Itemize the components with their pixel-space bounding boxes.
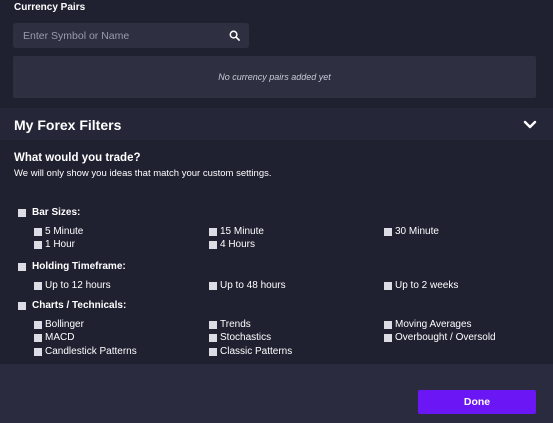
option-48-hours-label: Up to 48 hours	[220, 280, 286, 291]
option-12-hours-checkbox[interactable]	[34, 282, 42, 290]
filters-question: What would you trade?	[14, 152, 141, 164]
option-5-minute-label: 5 Minute	[45, 226, 84, 237]
option-12-hours-label: Up to 12 hours	[45, 280, 111, 291]
done-button[interactable]: Done	[418, 390, 536, 414]
option-stochastics-checkbox[interactable]	[209, 334, 217, 342]
option-bollinger-label: Bollinger	[45, 319, 84, 330]
option-4-hours-checkbox[interactable]	[209, 241, 217, 249]
option-48-hours-checkbox[interactable]	[209, 282, 217, 290]
option-candlestick-patterns-checkbox[interactable]	[34, 348, 42, 356]
option-1-hour-label: 1 Hour	[45, 239, 76, 250]
option-macd-checkbox[interactable]	[34, 334, 42, 342]
currency-pairs-list: No currency pairs added yet	[13, 56, 536, 98]
filters-footer: Done	[0, 364, 553, 423]
chevron-down-icon[interactable]	[523, 120, 537, 130]
option-candlestick-patterns-label: Candlestick Patterns	[45, 346, 137, 357]
option-30-minute-label: 30 Minute	[395, 226, 439, 237]
option-trends-label: Trends	[220, 319, 251, 330]
option-bollinger-checkbox[interactable]	[34, 321, 42, 329]
filters-subtitle: We will only show you ideas that match y…	[14, 168, 272, 179]
search-icon[interactable]	[229, 30, 240, 41]
empty-state-message: No currency pairs added yet	[218, 72, 331, 82]
option-overbought-oversold-label: Overbought / Oversold	[395, 332, 496, 343]
option-15-minute-checkbox[interactable]	[209, 228, 217, 236]
option-2-weeks-label: Up to 2 weeks	[395, 280, 459, 291]
forex-filters-body: What would you trade? We will only show …	[0, 140, 553, 364]
option-moving-averages-checkbox[interactable]	[384, 321, 392, 329]
option-stochastics-label: Stochastics	[220, 332, 272, 343]
charts-technicals-checkbox[interactable]	[18, 302, 26, 310]
holding-timeframe-label: Holding Timeframe:	[32, 261, 126, 272]
option-classic-patterns-checkbox[interactable]	[209, 348, 217, 356]
symbol-search[interactable]	[13, 23, 249, 48]
option-5-minute-checkbox[interactable]	[34, 228, 42, 236]
option-macd-label: MACD	[45, 332, 75, 343]
currency-pairs-title: Currency Pairs	[14, 2, 86, 13]
bar-sizes-checkbox[interactable]	[18, 209, 26, 217]
option-15-minute-label: 15 Minute	[220, 226, 264, 237]
option-30-minute-checkbox[interactable]	[384, 228, 392, 236]
symbol-search-input[interactable]	[13, 23, 223, 48]
currency-pairs-panel: Currency Pairs No currency pairs added y…	[0, 0, 553, 108]
option-overbought-oversold-checkbox[interactable]	[384, 334, 392, 342]
option-1-hour-checkbox[interactable]	[34, 241, 42, 249]
option-classic-patterns-label: Classic Patterns	[220, 346, 293, 357]
holding-timeframe-checkbox[interactable]	[18, 263, 26, 271]
charts-technicals-label: Charts / Technicals:	[32, 300, 127, 311]
option-moving-averages-label: Moving Averages	[395, 319, 472, 330]
forex-filters-header[interactable]: My Forex Filters	[0, 110, 553, 140]
option-2-weeks-checkbox[interactable]	[384, 282, 392, 290]
bar-sizes-label: Bar Sizes:	[32, 207, 81, 218]
option-trends-checkbox[interactable]	[209, 321, 217, 329]
forex-filters-title: My Forex Filters	[14, 117, 122, 133]
option-4-hours-label: 4 Hours	[220, 239, 256, 250]
